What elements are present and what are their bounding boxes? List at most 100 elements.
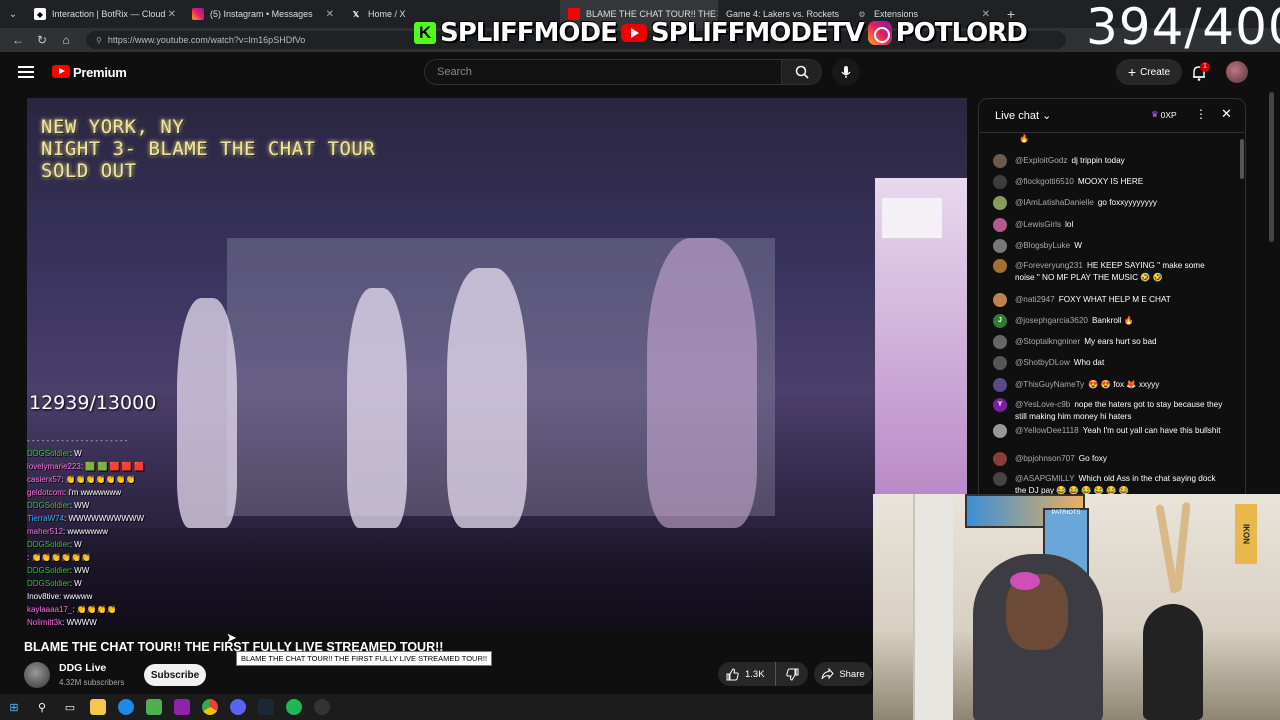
scrollbar-thumb[interactable] <box>1269 92 1274 242</box>
chat-author-name[interactable]: @flockgotti6510 <box>1015 177 1074 186</box>
store-icon[interactable] <box>146 699 162 715</box>
discord-icon[interactable] <box>230 699 246 715</box>
xp-badge[interactable]: ♛ 0XP <box>1151 109 1177 120</box>
chat-author-avatar[interactable] <box>993 452 1007 466</box>
live-chat-message[interactable]: @ThisGuyNameTy 😍 😍 fox 🦊 xxyyy <box>993 378 1225 392</box>
chat-author-avatar[interactable] <box>993 378 1007 392</box>
chat-message-body: @BlogsbyLuke W <box>1015 240 1082 253</box>
live-chat-message[interactable]: 🔥 <box>993 133 1225 146</box>
browser-tab-botrix[interactable]: ◆ Interaction | BotRix — Cloud ✕ <box>26 0 184 28</box>
task-view-icon[interactable]: ▭ <box>62 699 78 715</box>
spotify-icon[interactable] <box>286 699 302 715</box>
chat-author-name[interactable]: @bpjohnson707 <box>1015 454 1075 463</box>
live-chat-message[interactable]: J @josephgarcia3620 Bankroll 🔥 <box>993 314 1225 328</box>
video-player[interactable]: NEW YORK, NY NIGHT 3- BLAME THE CHAT TOU… <box>27 98 967 630</box>
chat-author-avatar[interactable] <box>993 154 1007 168</box>
scrollbar-thumb[interactable] <box>1240 139 1244 179</box>
share-label: Share <box>839 668 865 680</box>
voice-search-button[interactable] <box>832 58 860 86</box>
chat-author-name[interactable]: @YesLove-c9b <box>1015 400 1070 409</box>
chrome-icon[interactable] <box>202 699 218 715</box>
windows-start-icon[interactable]: ⊞ <box>6 699 22 715</box>
tab-close-icon[interactable]: ✕ <box>168 9 176 20</box>
search-button[interactable] <box>782 59 822 85</box>
tab-search-dropdown[interactable]: ⌄ <box>0 0 26 28</box>
live-chat-message[interactable]: @LewisGirls lol <box>993 218 1225 232</box>
channel-avatar[interactable] <box>24 662 50 688</box>
youtube-logo-icon[interactable] <box>52 65 70 78</box>
chat-author-avatar[interactable] <box>993 218 1007 232</box>
live-chat-message[interactable]: @ExploitGodz dj trippin today <box>993 154 1225 168</box>
obs-icon[interactable] <box>314 699 330 715</box>
tab-close-icon[interactable]: ✕ <box>326 9 334 20</box>
chat-author-name[interactable]: @ThisGuyNameTy <box>1015 380 1084 389</box>
dislike-button[interactable] <box>776 668 808 681</box>
chat-author-avatar[interactable] <box>993 356 1007 370</box>
back-arrow-icon[interactable]: ← <box>6 33 30 47</box>
chat-author-name[interactable]: @ASAPGMILLY <box>1015 474 1075 483</box>
chat-author-name[interactable]: @BlogsbyLuke <box>1015 241 1070 250</box>
channel-name[interactable]: DDG Live <box>59 662 106 674</box>
live-chat-message[interactable]: @flockgotti6510 MOOXY IS HERE <box>993 175 1225 189</box>
reload-icon[interactable]: ↻ <box>30 33 54 47</box>
live-chat-message[interactable]: @bpjohnson707 Go foxy <box>993 452 1225 466</box>
kick-username: SPLIFFMODE <box>440 18 618 48</box>
chat-author-name[interactable]: @YellowDee1118 <box>1015 426 1079 435</box>
chat-author-name[interactable]: @LewisGirls <box>1015 220 1061 229</box>
live-chat-message[interactable]: @ASAPGMILLY Which old Ass in the chat say… <box>993 472 1225 496</box>
search-input[interactable]: Search <box>424 59 782 85</box>
chat-author-avatar[interactable] <box>993 472 1007 486</box>
steam-icon[interactable] <box>258 699 274 715</box>
live-chat-message[interactable]: @Stoptalkngniner My ears hurt so bad <box>993 335 1225 349</box>
file-explorer-icon[interactable] <box>90 699 106 715</box>
chat-author-avatar[interactable] <box>993 239 1007 253</box>
share-button[interactable]: Share <box>814 662 872 686</box>
subscribe-button[interactable]: Subscribe <box>144 664 206 686</box>
site-info-icon[interactable]: ⚲ <box>96 36 102 45</box>
tab-label: (5) Instagram • Messages <box>210 9 313 19</box>
chat-author-name[interactable]: @IAmLatishaDanielle <box>1015 198 1094 207</box>
account-avatar[interactable] <box>1226 61 1248 83</box>
more-options-icon[interactable]: ⋮ <box>1195 107 1207 121</box>
chat-author-name[interactable]: @Stoptalkngniner <box>1015 337 1080 346</box>
live-chat-scrollbar[interactable] <box>1239 133 1245 493</box>
chat-author-avatar[interactable]: Y <box>993 398 1007 412</box>
live-chat-header: Live chat ⌄ ♛ 0XP ⋮ ✕ <box>979 99 1245 133</box>
search-icon[interactable]: ⚲ <box>34 699 50 715</box>
chat-author-avatar[interactable] <box>993 293 1007 307</box>
live-chat-message[interactable]: @Foreveryung231 HE KEEP SAYING " make som… <box>993 259 1225 283</box>
chat-author-name[interactable]: @ExploitGodz <box>1015 156 1067 165</box>
stream-chat-message: TierraW74: WWWWWWWWWW <box>27 512 227 525</box>
live-chat-message[interactable]: Y @YesLove-c9b nope the haters got to stay… <box>993 398 1225 422</box>
stream-chat-message: DDGSoldier: W <box>27 577 227 590</box>
chat-author-name[interactable]: @ShotbyDLow <box>1015 358 1070 367</box>
live-chat-mode-dropdown[interactable]: Live chat ⌄ <box>995 109 1051 122</box>
create-button[interactable]: + Create <box>1116 59 1182 85</box>
edge-icon[interactable] <box>118 699 134 715</box>
live-chat-message[interactable]: @YellowDee1118 Yeah I'm out yall can have… <box>993 424 1225 438</box>
live-chat-message[interactable]: @ShotbyDLow Who dat <box>993 356 1225 370</box>
browser-tab-instagram[interactable]: (5) Instagram • Messages ✕ <box>184 0 342 28</box>
chat-author-name[interactable]: @josephgarcia3620 <box>1015 316 1088 325</box>
chat-author-avatar[interactable] <box>993 175 1007 189</box>
chat-author-avatar[interactable] <box>993 335 1007 349</box>
app-icon[interactable] <box>174 699 190 715</box>
create-label: Create <box>1140 66 1171 78</box>
like-button[interactable]: 1.3K <box>718 662 776 686</box>
chat-separator: - - - - - - - - - - - - - - - - - - - - … <box>27 436 128 445</box>
chat-author-avatar[interactable] <box>993 196 1007 210</box>
close-icon[interactable]: ✕ <box>1221 106 1232 122</box>
live-chat-message[interactable]: @BlogsbyLuke W <box>993 239 1225 253</box>
home-icon[interactable]: ⌂ <box>54 33 78 47</box>
stream-chat-message: : 👏👏👏👏👏👏 <box>27 551 227 564</box>
chat-author-avatar[interactable]: J <box>993 314 1007 328</box>
live-chat-message[interactable]: @IAmLatishaDanielle go foxxyyyyyyyy <box>993 196 1225 210</box>
chat-author-name[interactable]: @Foreveryung231 <box>1015 261 1083 270</box>
live-chat-message[interactable]: @nati2947 FOXY WHAT HELP M E CHAT <box>993 293 1225 307</box>
chat-author-avatar[interactable] <box>993 424 1007 438</box>
chat-author-name[interactable]: @nati2947 <box>1015 295 1055 304</box>
chat-author-avatar[interactable] <box>993 259 1007 273</box>
stream-chat-user: Inov8tive <box>27 592 60 601</box>
menu-icon[interactable] <box>18 66 34 78</box>
youtube-brand-label[interactable]: Premium <box>73 65 127 80</box>
